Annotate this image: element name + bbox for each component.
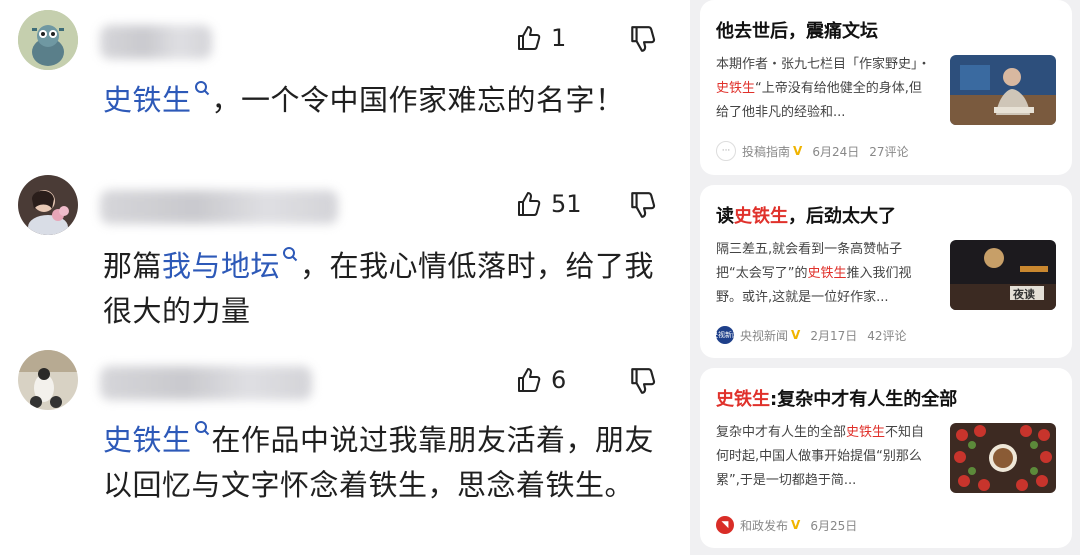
search-hint-icon[interactable] [194,420,210,440]
topic-link[interactable]: 史铁生 [103,423,192,457]
comment-text: 那篇我与地坛 ，在我心情低落时，给了我很大的力量 [103,244,666,334]
article-card[interactable]: 读史铁生，后劲太大了 隔三差五,就会看到一条高赞帖子把“太会写了”的史铁生推入我… [700,185,1072,358]
like-count: 6 [551,366,567,394]
article-meta: ··· 投稿指南 V 6月24日 27评论 [716,141,909,161]
article-summary: 复杂中才有人生的全部史铁生不知自何时起,中国人做事开始提倡“别那么累”,于是一切… [716,425,925,488]
like-button[interactable]: 1 [515,24,566,52]
search-hint-icon[interactable] [282,246,298,266]
username-blurred[interactable] [100,366,312,400]
article-thumbnail [950,55,1056,125]
article-title: 史铁生:复杂中才有人生的全部 [716,389,958,410]
topic-link[interactable]: 我与地坛 [162,249,280,283]
comment-item: 1 史铁生 ，一个令中国作家难忘的名字！ [0,0,690,160]
like-button[interactable]: 6 [515,366,566,394]
verified-v-icon: V [793,144,803,158]
thumbs-up-icon [518,26,541,50]
comment-item: 6 史铁生 在作品中说过我靠朋友活着，朋友以回忆与文字怀念着铁生，思念着铁生。 [0,340,690,555]
thumbs-down-icon[interactable] [628,190,658,220]
article-thumbnail: 夜读 [950,240,1056,310]
like-button[interactable]: 51 [515,190,582,218]
article-summary: 本期作者・张九七栏目「作家野史」・史铁生“上帝没有给他健全的身体,但给了他非凡的… [716,57,931,120]
source-name: 央视新闻 [740,328,789,343]
thumbs-down-icon[interactable] [628,24,658,54]
avatar[interactable] [18,350,78,410]
topic-link[interactable]: 史铁生 [103,83,192,117]
username-blurred[interactable] [100,25,212,59]
source-icon: ··· [716,141,736,161]
search-hint-icon[interactable] [194,80,210,100]
comment-text: 史铁生 ，一个令中国作家难忘的名字！ [103,78,666,123]
source-name: 和政发布 [740,518,789,533]
verified-v-icon: V [791,328,801,342]
comment-list: 1 史铁生 ，一个令中国作家难忘的名字！ 51 那篇我与地坛 ，在我心情低落时，给了… [0,0,690,555]
avatar[interactable] [18,10,78,70]
article-thumbnail [950,423,1056,493]
verified-v-icon: V [791,518,801,532]
thumbnail-label: 夜读 [1013,288,1035,301]
source-icon: ◥ [716,516,734,534]
thumbs-down-icon[interactable] [628,366,658,396]
comment-text: 史铁生 在作品中说过我靠朋友活着，朋友以回忆与文字怀念着铁生，思念着铁生。 [103,418,666,508]
comment-item: 51 那篇我与地坛 ，在我心情低落时，给了我很大的力量 [0,160,690,340]
article-card[interactable]: 他去世后，震痛文坛 本期作者・张九七栏目「作家野史」・史铁生“上帝没有给他健全的… [700,0,1072,175]
article-summary: 隔三差五,就会看到一条高赞帖子把“太会写了”的史铁生推入我们视野。或许,这就是一… [716,242,912,305]
like-count: 1 [551,24,567,52]
article-card[interactable]: 史铁生:复杂中才有人生的全部 复杂中才有人生的全部史铁生不知自何时起,中国人做事… [700,368,1072,548]
article-meta: 央视新闻 央视新闻 V 2月17日 42评论 [711,326,907,344]
article-title: 读史铁生，后劲太大了 [716,206,896,227]
source-icon: 央视新闻 [711,326,739,344]
avatar[interactable] [18,175,78,235]
thumbs-up-icon [518,368,541,392]
like-count: 51 [551,190,582,218]
source-name: 投稿指南 [742,144,791,159]
thumbs-up-icon [518,192,541,216]
username-blurred[interactable] [100,190,338,224]
article-meta: ◥ 和政发布 V 6月25日 [716,516,867,534]
article-title: 他去世后，震痛文坛 [716,21,878,42]
